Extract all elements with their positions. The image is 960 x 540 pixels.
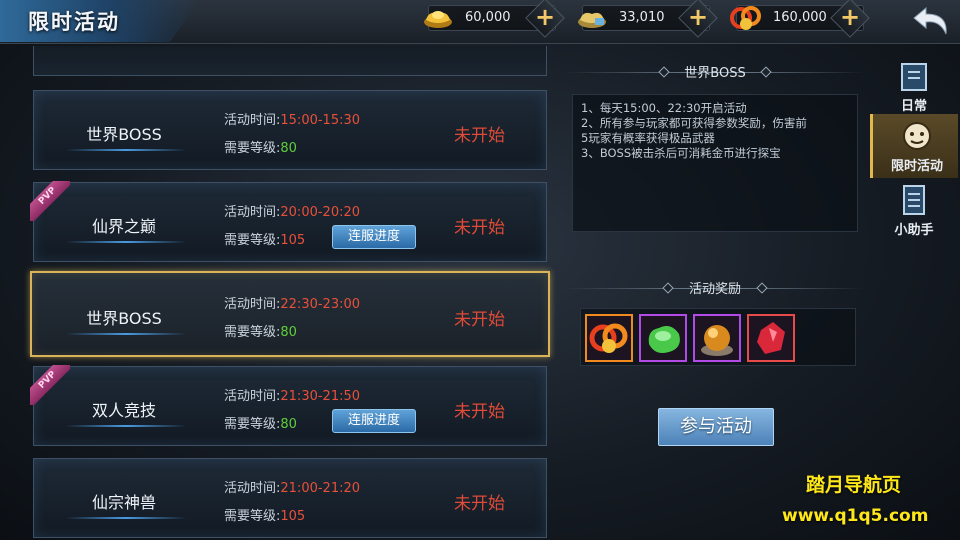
- coin-pile-icon: [730, 6, 761, 30]
- activity-row-shuangren-jingji[interactable]: PVP 双人竞技 活动时间:21:30-21:50 需要等级:80 连服进度 未…: [30, 365, 547, 446]
- activity-time: 活动时间:21:30-21:50: [224, 389, 361, 404]
- back-arrow-icon[interactable]: [912, 4, 952, 38]
- tab-helper[interactable]: 小助手: [870, 178, 958, 242]
- activity-status: 未开始: [454, 402, 505, 422]
- reward-item[interactable]: [585, 314, 633, 362]
- limited-event-icon: [903, 122, 931, 150]
- add-coins-button[interactable]: +: [830, 0, 870, 38]
- description-line: 5玩家有概率获得极品武器: [581, 131, 715, 145]
- tab-limited-event[interactable]: 限时活动: [870, 114, 958, 178]
- reward-item[interactable]: [639, 314, 687, 362]
- add-silver-button[interactable]: +: [678, 0, 718, 38]
- activity-name: 世界BOSS: [86, 125, 162, 144]
- activity-name: 双人竞技: [91, 401, 156, 420]
- watermark-title: 踏月导航页: [806, 474, 902, 496]
- name-underline: [66, 517, 186, 519]
- activity-level: 需要等级:105: [224, 509, 306, 524]
- activity-row-world-boss-2-selected[interactable]: 世界BOSS 活动时间:22:30-23:00 需要等级:80 未开始: [30, 271, 550, 357]
- description-line: 3、BOSS被击杀后可消耗金币进行探宝: [581, 146, 781, 160]
- name-underline: [66, 241, 186, 243]
- gold-ingot-icon: [424, 11, 452, 28]
- add-gold-button[interactable]: +: [525, 0, 565, 38]
- reward-item[interactable]: [693, 314, 741, 362]
- name-underline: [66, 425, 186, 427]
- currency-coins-value: 160,000: [773, 10, 827, 25]
- activity-row-xianjie-zhidian[interactable]: PVP 仙界之巅 活动时间:20:00-20:20 需要等级:105 连服进度 …: [30, 181, 547, 262]
- currency-silver-value: 33,010: [619, 10, 665, 25]
- activity-status: 未开始: [454, 126, 505, 146]
- activity-time: 活动时间:15:00-15:30: [224, 113, 361, 128]
- tab-daily[interactable]: 日常: [870, 54, 958, 118]
- name-underline: [66, 333, 186, 335]
- server-progress-button[interactable]: 连服进度: [332, 409, 416, 433]
- activity-level: 需要等级:105: [224, 233, 306, 248]
- daily-scroll-icon: [901, 63, 927, 91]
- activity-level: 需要等级:80: [224, 417, 297, 432]
- jade-stone-icon: [648, 326, 680, 353]
- coin-pile-icon: [589, 323, 628, 353]
- activity-description: 1、每天15:00、22:30开启活动 2、所有参与玩家都可获得参数奖励，伤害前…: [572, 94, 858, 232]
- activity-name: 世界BOSS: [86, 309, 162, 328]
- name-underline: [66, 149, 186, 151]
- helper-list-icon: [903, 185, 925, 215]
- description-line: 1、每天15:00、22:30开启活动: [581, 101, 747, 115]
- reward-item[interactable]: [747, 314, 795, 362]
- rewards-list: [580, 308, 856, 366]
- activity-level: 需要等级:80: [224, 141, 297, 156]
- activity-status: 未开始: [454, 494, 505, 514]
- activity-time: 活动时间:20:00-20:20: [224, 205, 361, 220]
- detail-title: 世界BOSS: [566, 62, 864, 84]
- activity-name: 仙界之巅: [91, 217, 156, 236]
- top-bar: 限时活动 60,000 + 33,010 + 160,000 +: [0, 0, 960, 44]
- server-progress-button[interactable]: 连服进度: [332, 225, 416, 249]
- currency-gold-value: 60,000: [465, 10, 511, 25]
- activity-list[interactable]: 世界BOSS 活动时间:15:00-15:30 需要等级:80 未开始 PVP …: [0, 46, 556, 540]
- activity-name: 仙宗神兽: [91, 493, 156, 512]
- description-line: 2、所有参与玩家都可获得参数奖励，伤害前: [581, 116, 807, 130]
- activity-level: 需要等级:80: [224, 325, 297, 340]
- page-title: 限时活动: [28, 9, 120, 34]
- activity-status: 未开始: [454, 218, 505, 238]
- join-activity-button[interactable]: 参与活动: [658, 408, 774, 446]
- list-item-partial: [33, 46, 547, 76]
- activity-row-world-boss-1[interactable]: 世界BOSS 活动时间:15:00-15:30 需要等级:80 未开始: [33, 90, 547, 170]
- activity-time: 活动时间:22:30-23:00: [224, 297, 361, 312]
- activity-time: 活动时间:21:00-21:20: [224, 481, 361, 496]
- red-crystal-icon: [757, 322, 785, 354]
- activity-detail-panel: 世界BOSS 1、每天15:00、22:30开启活动 2、所有参与玩家都可获得参…: [566, 50, 864, 540]
- watermark-url: www.q1q5.com: [782, 506, 929, 526]
- activity-status: 未开始: [454, 310, 505, 330]
- orb-icon: [701, 325, 733, 356]
- activity-row-xianzong-shenshou[interactable]: 仙宗神兽 活动时间:21:00-21:20 需要等级:105 未开始: [33, 458, 547, 538]
- rewards-title: 活动奖励: [566, 278, 864, 300]
- silver-ingot-icon: [578, 12, 606, 28]
